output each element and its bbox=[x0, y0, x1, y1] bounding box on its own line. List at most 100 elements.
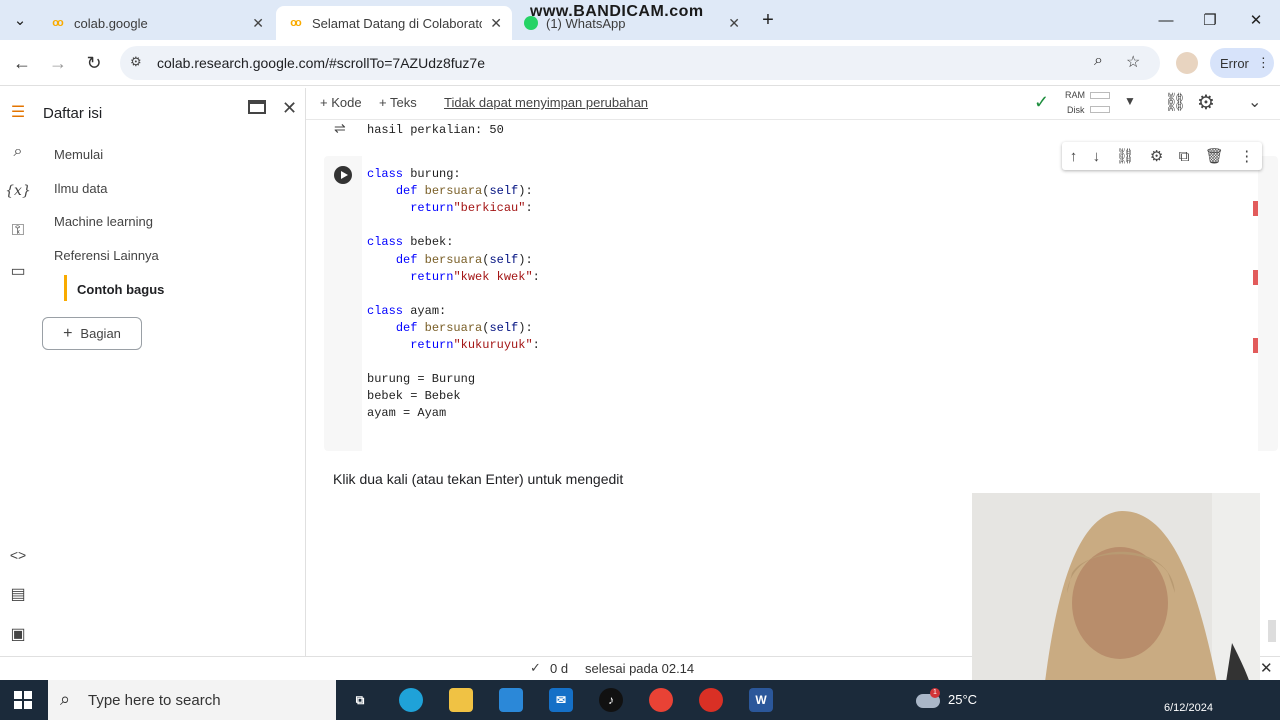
add-text-button[interactable]: + Teks bbox=[379, 95, 417, 110]
search-icon[interactable]: ⌕ bbox=[6, 140, 30, 164]
tab-search-icon[interactable]: ⌄ bbox=[8, 8, 32, 32]
code-token: "berkicau" bbox=[453, 201, 526, 216]
site-settings-icon[interactable]: ⚙ bbox=[130, 54, 142, 70]
word-app-icon[interactable]: W bbox=[749, 688, 773, 712]
settings-gear-icon[interactable]: ⚙ bbox=[1197, 90, 1215, 115]
tab-colab-google[interactable]: oo colab.google ✕ bbox=[38, 6, 274, 40]
windows-start-icon[interactable] bbox=[14, 691, 32, 709]
variables-icon[interactable]: {x} bbox=[5, 179, 31, 203]
collapse-chevron-icon[interactable]: ⌄ bbox=[1248, 92, 1261, 112]
code-line: return"kwek kwek": bbox=[367, 269, 540, 286]
close-tab-icon[interactable]: ✕ bbox=[728, 15, 740, 32]
plus-icon: + bbox=[379, 95, 390, 110]
profile-avatar[interactable] bbox=[1176, 52, 1198, 74]
add-code-button[interactable]: + Kode bbox=[320, 95, 362, 110]
code-token: bersuara bbox=[424, 320, 483, 335]
bandicam-record-icon[interactable] bbox=[699, 688, 723, 712]
mail-icon[interactable]: ✉ bbox=[549, 688, 573, 712]
url-text: colab.research.google.com/#scrollTo=7AZU… bbox=[157, 55, 486, 71]
back-button[interactable]: ← bbox=[9, 50, 35, 76]
toc-item-machine-learning[interactable]: Machine learning bbox=[54, 214, 153, 229]
search-icon: ⌕ bbox=[60, 689, 71, 709]
code-line: class bebek: bbox=[367, 234, 453, 251]
new-tab-button[interactable]: + bbox=[756, 8, 780, 32]
terminal-icon[interactable]: ▣ bbox=[6, 622, 30, 646]
code-line: def bersuara(self): bbox=[367, 183, 533, 200]
add-section-button[interactable]: + Bagian bbox=[42, 317, 142, 350]
add-code-label: Kode bbox=[331, 95, 362, 110]
code-token: return bbox=[410, 338, 454, 352]
cell-settings-icon[interactable]: ⚙ bbox=[1150, 147, 1163, 165]
toc-item-referensi-lainnya[interactable]: Referensi Lainnya bbox=[54, 248, 159, 263]
toc-item-memulai[interactable]: Memulai bbox=[54, 147, 103, 162]
code-snippets-icon[interactable]: <> bbox=[6, 543, 30, 567]
code-cell[interactable]: class burung: def bersuara(self): return… bbox=[324, 156, 1278, 451]
code-line: class burung: bbox=[367, 166, 461, 183]
plus-icon: + bbox=[320, 95, 332, 110]
restore-button[interactable]: ❐ bbox=[1198, 8, 1222, 32]
run-cell-button[interactable] bbox=[334, 166, 352, 184]
code-line: burung = Burung bbox=[367, 371, 475, 388]
scrollbar-thumb[interactable] bbox=[1268, 620, 1276, 642]
close-status-icon[interactable]: ✕ bbox=[1260, 659, 1273, 677]
table-of-contents-panel: Daftar isi ✕ Memulai Ilmu data Machine l… bbox=[36, 88, 306, 656]
notification-badge: 1 bbox=[930, 688, 940, 698]
profile-error-button[interactable]: Error ⋮ bbox=[1210, 48, 1274, 78]
task-view-icon[interactable]: ⧉ bbox=[348, 688, 372, 712]
runtime-dropdown-icon[interactable]: ▼ bbox=[1124, 94, 1136, 108]
code-token: return bbox=[410, 201, 454, 216]
open-in-tab-icon[interactable] bbox=[248, 100, 266, 114]
files-folder-icon[interactable]: ▭ bbox=[6, 259, 30, 283]
command-palette-icon[interactable]: ▤ bbox=[6, 582, 30, 606]
windows-taskbar: ⌕ Type here to search ⧉ ✉ ♪ W 1 25°C 6/1… bbox=[0, 680, 1280, 720]
status-check-icon: ✓ bbox=[530, 660, 541, 675]
microsoft-store-icon[interactable] bbox=[499, 688, 523, 712]
text-cell-hint[interactable]: Klik dua kali (atau tekan Enter) untuk m… bbox=[333, 471, 623, 487]
tab-label: Selamat Datang di Colaborator bbox=[312, 15, 482, 31]
taskbar-search-box[interactable]: ⌕ Type here to search bbox=[48, 680, 336, 720]
chrome-browser-icon[interactable] bbox=[649, 688, 673, 712]
output-icon: ⇌ bbox=[334, 120, 346, 136]
mirror-cell-icon[interactable]: ⧉ bbox=[1179, 148, 1190, 165]
delete-icon[interactable]: 🗑 bbox=[1205, 147, 1224, 165]
more-menu-icon: ⋮ bbox=[1256, 55, 1270, 70]
edge-browser-icon[interactable] bbox=[399, 688, 423, 712]
code-token: class bbox=[367, 167, 404, 181]
close-tab-icon[interactable]: ✕ bbox=[490, 15, 502, 32]
error-marker bbox=[1253, 338, 1258, 353]
toc-subitem-contoh-bagus[interactable]: Contoh bagus bbox=[77, 282, 164, 297]
browser-tab-strip: ⌄ oo colab.google ✕ oo Selamat Datang di… bbox=[0, 0, 1280, 40]
reload-button[interactable]: ↻ bbox=[81, 50, 107, 76]
share-link-icon[interactable]: ⛓ bbox=[1164, 92, 1187, 113]
add-section-label: Bagian bbox=[80, 326, 121, 341]
more-options-icon[interactable]: ⋮ bbox=[1239, 147, 1254, 165]
bookmark-star-icon[interactable]: ☆ bbox=[1126, 52, 1140, 72]
close-panel-icon[interactable]: ✕ bbox=[282, 98, 297, 119]
file-explorer-icon[interactable] bbox=[449, 688, 473, 712]
play-icon bbox=[340, 171, 348, 179]
plus-icon: + bbox=[63, 324, 73, 342]
code-token: bersuara bbox=[424, 252, 483, 267]
forward-button[interactable]: → bbox=[45, 50, 71, 76]
move-down-icon[interactable]: ↓ bbox=[1093, 148, 1101, 165]
tab-label: colab.google bbox=[74, 15, 148, 31]
tab-selamat-datang[interactable]: oo Selamat Datang di Colaborator ✕ bbox=[276, 6, 512, 40]
minimize-button[interactable]: — bbox=[1154, 8, 1178, 32]
exec-duration: 0 d bbox=[550, 661, 569, 676]
code-line: return"kukuruyuk": bbox=[367, 337, 540, 354]
zoom-search-icon[interactable]: ⌕ bbox=[1094, 52, 1103, 70]
secrets-key-icon[interactable]: ⚿ bbox=[6, 219, 30, 243]
code-token: burung: bbox=[403, 167, 461, 181]
code-token: : bbox=[532, 269, 540, 284]
toc-item-ilmu-data[interactable]: Ilmu data bbox=[54, 181, 107, 196]
tiktok-icon[interactable]: ♪ bbox=[599, 688, 623, 712]
move-up-icon[interactable]: ↑ bbox=[1070, 148, 1078, 165]
close-tab-icon[interactable]: ✕ bbox=[252, 15, 264, 32]
address-bar[interactable]: ⚙ colab.research.google.com/#scrollTo=7A… bbox=[120, 46, 1160, 80]
link-icon[interactable]: ⛓ bbox=[1115, 147, 1134, 165]
close-window-button[interactable]: ✕ bbox=[1244, 8, 1268, 32]
unsaved-changes-link[interactable]: Tidak dapat menyimpan perubahan bbox=[444, 95, 648, 110]
code-editor[interactable]: class burung: def bersuara(self): return… bbox=[362, 156, 1258, 451]
table-of-contents-icon[interactable]: ☰ bbox=[6, 100, 30, 124]
